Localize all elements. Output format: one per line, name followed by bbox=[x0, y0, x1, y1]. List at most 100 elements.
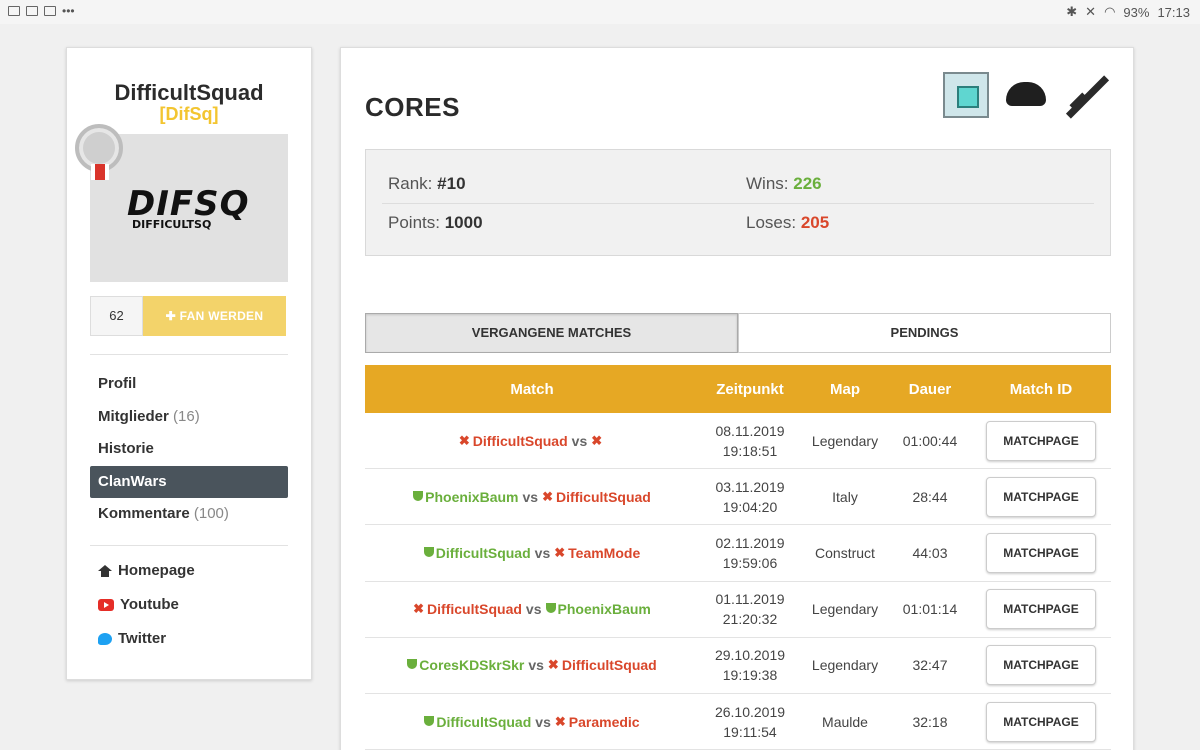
table-body: ✖ DifficultSquad vs ✖ 08.11.2019 19:18:51 Lege… bbox=[365, 413, 1111, 750]
col-dauer: Dauer bbox=[908, 380, 952, 398]
team-name[interactable]: DifficultSquad bbox=[427, 601, 522, 617]
x-icon: ✖ bbox=[591, 432, 603, 448]
team-name[interactable]: CoresKDSkrSkr bbox=[419, 657, 524, 673]
matchpage-button[interactable]: MATCHPAGE bbox=[986, 420, 1096, 461]
team-name[interactable]: TeamMode bbox=[568, 545, 640, 561]
battery-level: 93% bbox=[1123, 4, 1150, 20]
youtube-link[interactable]: Youtube bbox=[90, 588, 288, 622]
team-name[interactable]: DifficultSquad bbox=[562, 657, 657, 673]
nav-item-kommentare[interactable]: Kommentare (100) bbox=[90, 498, 288, 531]
map-cell: Construct bbox=[815, 544, 875, 561]
clock: 17:13 bbox=[1157, 4, 1190, 20]
match-cell: PhoenixBaum vs ✖ DifficultSquad bbox=[365, 469, 699, 524]
dauer-cell: 01:00:44 bbox=[902, 432, 958, 449]
team-name[interactable]: DifficultSquad bbox=[436, 714, 531, 730]
match-cell: DifficultSquad vs ✖ Paramedic bbox=[365, 694, 699, 749]
mail-icon bbox=[26, 6, 38, 16]
logo-subtext: DIFFICULTSQ bbox=[132, 218, 212, 231]
col-map: Map bbox=[830, 380, 860, 398]
match-date: 08.11.2019 bbox=[715, 422, 785, 439]
fan-count: 62 bbox=[90, 296, 143, 336]
match-id-cell: MATCHPAGE bbox=[971, 638, 1111, 693]
match-id-cell: MATCHPAGE bbox=[971, 525, 1111, 580]
tab-pendings[interactable]: PENDINGS bbox=[738, 313, 1111, 353]
tab-vergangene-matches[interactable]: VERGANGENE MATCHES bbox=[365, 313, 738, 353]
col-match-id: Match ID bbox=[1009, 380, 1073, 398]
vs-label: vs bbox=[522, 488, 539, 505]
vs-label: vs bbox=[528, 657, 544, 674]
map-cell: Italy bbox=[832, 488, 858, 505]
matchpage-button[interactable]: MATCHPAGE bbox=[986, 589, 1096, 630]
homepage-link[interactable]: Homepage bbox=[90, 554, 288, 588]
team-name[interactable]: DifficultSquad bbox=[436, 545, 531, 561]
matches-table: Match Zeitpunkt Map Dauer Match ID ✖ Diff… bbox=[365, 365, 1111, 750]
nav-item-mitglieder[interactable]: Mitglieder (16) bbox=[90, 401, 288, 434]
beacon-icon bbox=[943, 72, 989, 118]
col-zeitpunkt: Zeitpunkt bbox=[716, 380, 784, 398]
zeitpunkt-cell: 01.11.2019 21:20:32 bbox=[699, 582, 801, 637]
table-row: ✖ DifficultSquad vs PhoenixBaum 01.11.2019 21… bbox=[365, 582, 1111, 638]
table-header: Match Zeitpunkt Map Dauer Match ID bbox=[365, 365, 1111, 413]
team-name[interactable]: Paramedic bbox=[569, 714, 640, 730]
wins-stat: Wins: 226 bbox=[746, 174, 822, 193]
col-match: Match bbox=[510, 380, 554, 398]
team-name[interactable]: PhoenixBaum bbox=[558, 601, 651, 617]
nav-item-clanwars[interactable]: ClanWars bbox=[90, 465, 288, 498]
trophy-icon bbox=[423, 546, 434, 557]
fan-button-label: FAN WERDEN bbox=[179, 309, 264, 323]
stats-box: Rank: #10 Wins: 226 Points: 1000 Loses: … bbox=[365, 149, 1111, 256]
matchpage-button[interactable]: MATCHPAGE bbox=[986, 476, 1096, 517]
helmet-icon bbox=[1003, 72, 1049, 118]
matchpage-button[interactable]: MATCHPAGE bbox=[986, 532, 1096, 573]
matchpage-button[interactable]: MATCHPAGE bbox=[986, 645, 1096, 686]
vs-label: vs bbox=[535, 713, 551, 730]
match-time: 19:19:38 bbox=[722, 667, 778, 684]
divider bbox=[90, 354, 288, 355]
map-cell: Legendary bbox=[811, 601, 879, 618]
main-panel: CORES Rank: #10 Wins: 226 Points: 1000 L… bbox=[340, 47, 1134, 750]
add-user-icon: ✚ bbox=[165, 309, 180, 323]
match-time: 19:04:20 bbox=[722, 498, 778, 515]
trophy-icon bbox=[424, 715, 435, 726]
x-icon: ✖ bbox=[413, 601, 425, 617]
table-row: ✖ DifficultSquad vs ✖ 08.11.2019 19:18:51 Lege… bbox=[365, 413, 1111, 470]
page-title: CORES bbox=[365, 92, 460, 122]
clan-tag: [DifSq] bbox=[159, 104, 219, 124]
nav-item-historie[interactable]: Historie bbox=[90, 433, 288, 466]
twitter-icon bbox=[98, 633, 112, 645]
x-icon: ✖ bbox=[547, 657, 559, 673]
team-name[interactable]: DifficultSquad bbox=[473, 433, 568, 449]
matchpage-button[interactable]: MATCHPAGE bbox=[986, 701, 1096, 742]
trophy-icon bbox=[545, 603, 556, 614]
wifi-icon: ◠ bbox=[1104, 4, 1116, 19]
twitter-link[interactable]: Twitter bbox=[90, 622, 288, 656]
match-date: 03.11.2019 bbox=[715, 478, 785, 495]
map-cell: Legendary bbox=[811, 432, 879, 449]
fan-werden-button[interactable]: ✚ FAN WERDEN bbox=[143, 296, 286, 336]
dauer-cell: 44:03 bbox=[912, 544, 948, 561]
table-row: DifficultSquad vs ✖ Paramedic 26.10.2019 19:1… bbox=[365, 694, 1111, 750]
points-stat: Points: 1000 bbox=[388, 213, 483, 232]
match-id-cell: MATCHPAGE bbox=[971, 469, 1111, 524]
match-time: 21:20:32 bbox=[722, 611, 778, 628]
match-id-cell: MATCHPAGE bbox=[971, 694, 1111, 749]
zeitpunkt-cell: 03.11.2019 19:04:20 bbox=[699, 469, 801, 524]
team-name[interactable]: DifficultSquad bbox=[556, 489, 651, 505]
team-name[interactable]: PhoenixBaum bbox=[425, 489, 518, 505]
nav-item-profil[interactable]: Profil bbox=[90, 368, 288, 401]
table-row: PhoenixBaum vs ✖ DifficultSquad 03.11.2019 19… bbox=[365, 469, 1111, 526]
member-count: (16) bbox=[173, 407, 200, 425]
mute-icon: ✕ bbox=[1085, 4, 1097, 19]
x-icon: ✖ bbox=[554, 713, 566, 729]
divider bbox=[90, 545, 288, 546]
status-bar: ••• ✱ ✕ ◠ 93% 17:13 bbox=[0, 0, 1200, 24]
divider bbox=[382, 203, 1094, 204]
match-time: 19:59:06 bbox=[722, 554, 778, 571]
table-row: DifficultSquad vs ✖ TeamMode 02.11.2019 19:59… bbox=[365, 525, 1111, 582]
zeitpunkt-cell: 29.10.2019 19:19:38 bbox=[699, 638, 801, 693]
dauer-cell: 32:18 bbox=[912, 713, 948, 730]
mail-icon bbox=[8, 6, 20, 16]
match-time: 19:11:54 bbox=[723, 723, 777, 740]
match-cell: ✖ DifficultSquad vs ✖ bbox=[365, 413, 699, 468]
match-id-cell: MATCHPAGE bbox=[971, 582, 1111, 637]
